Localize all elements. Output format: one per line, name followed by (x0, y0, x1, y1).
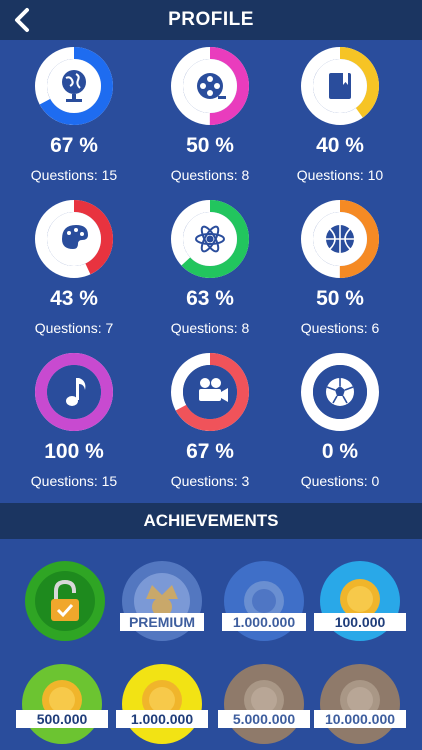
achievement-badge-1m-locked[interactable]: 1.000.000 (222, 559, 306, 643)
coin-icon (122, 664, 202, 744)
progress-ring (35, 200, 113, 278)
progress-ring (35, 353, 113, 431)
category-questions: Questions: 8 (170, 167, 250, 183)
back-button[interactable] (6, 4, 38, 36)
category-questions: Questions: 15 (30, 473, 118, 489)
coin-icon (224, 664, 304, 744)
progress-ring (35, 47, 113, 125)
badge-label: 1.000.000 (222, 613, 306, 631)
basketball-icon (326, 225, 354, 253)
progress-ring (171, 353, 249, 431)
achievement-badge-10m[interactable]: 10.000.000 (314, 662, 406, 746)
category-questions: Questions: 10 (296, 167, 384, 183)
soccer-ball-icon (326, 378, 354, 406)
category-questions: Questions: 6 (300, 320, 380, 336)
category-questions: Questions: 0 (300, 473, 380, 489)
category-questions: Questions: 8 (170, 320, 250, 336)
category-questions: Questions: 15 (30, 167, 118, 183)
category-percent: 63 % (186, 287, 234, 310)
achievement-badge-1m[interactable]: 1.000.000 (116, 662, 208, 746)
page-title: PROFILE (168, 9, 254, 30)
badge-label: 500.000 (16, 710, 108, 728)
category-percent: 67 % (50, 134, 98, 157)
badge-label: 5.000.000 (218, 710, 310, 728)
progress-ring (171, 47, 249, 125)
achievement-badge-100k[interactable]: 100.000 (314, 559, 406, 643)
progress-ring (171, 200, 249, 278)
coin-icon (320, 664, 400, 744)
category-percent: 100 % (44, 440, 104, 463)
badge-label: PREMIUM (120, 613, 204, 631)
chevron-left-icon (15, 8, 29, 32)
badge-label: 10.000.000 (314, 710, 406, 728)
badge-label: 100.000 (314, 613, 406, 631)
top-bar: PROFILE (0, 0, 422, 40)
achievement-badge-premium[interactable]: PREMIUM (120, 559, 204, 643)
achievement-badge-5m[interactable]: 5.000.000 (218, 662, 310, 746)
category-percent: 50 % (186, 134, 234, 157)
achievement-badge-500k[interactable]: 500.000 (16, 662, 108, 746)
progress-ring (301, 200, 379, 278)
category-percent: 40 % (316, 134, 364, 157)
achievements-header: ACHIEVEMENTS (0, 503, 422, 539)
category-questions: Questions: 3 (170, 473, 250, 489)
achievement-badge-unlock[interactable] (23, 559, 107, 643)
category-questions: Questions: 7 (34, 320, 114, 336)
progress-ring (301, 47, 379, 125)
badge-label: 1.000.000 (116, 710, 208, 728)
category-percent: 67 % (186, 440, 234, 463)
coin-icon (22, 664, 102, 744)
progress-ring (301, 353, 379, 431)
book-icon (329, 73, 351, 99)
category-percent: 43 % (50, 287, 98, 310)
category-percent: 50 % (316, 287, 364, 310)
category-percent: 0 % (321, 440, 359, 463)
